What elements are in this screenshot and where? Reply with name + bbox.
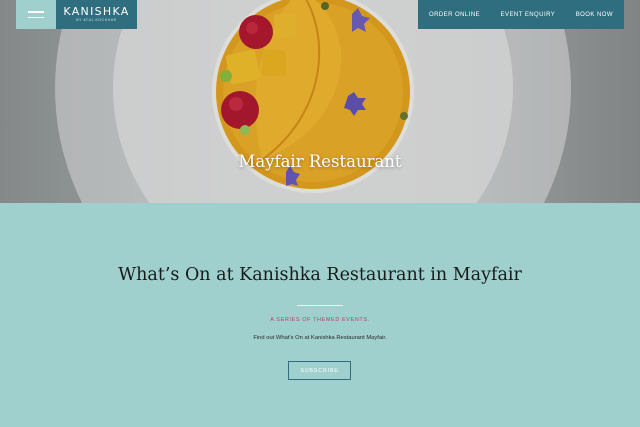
book-now-link[interactable]: BOOK NOW (576, 12, 613, 18)
event-enquiry-link[interactable]: EVENT ENQUIRY (501, 12, 556, 18)
brand-logo[interactable]: KANISHKA BY ATUL KOCHHAR (56, 0, 137, 29)
hamburger-icon-bar (28, 16, 44, 18)
hero-overlay (0, 0, 640, 203)
hamburger-icon (28, 11, 44, 13)
brand-tagline: BY ATUL KOCHHAR (76, 18, 117, 22)
order-online-link[interactable]: ORDER ONLINE (429, 12, 480, 18)
hero-title: Mayfair Restaurant (238, 152, 402, 171)
section-heading: What’s On at Kanishka Restaurant in Mayf… (118, 265, 522, 285)
section-kicker: A SERIES OF THEMED EVENTS. (270, 317, 370, 323)
subscribe-button[interactable]: SUBSCRIBE (288, 361, 351, 380)
section-description: Find out What’s On at Kanishka Restauran… (253, 335, 387, 341)
menu-button[interactable] (16, 0, 56, 29)
hero-banner: Mayfair Restaurant (0, 0, 640, 203)
top-navigation: ORDER ONLINE EVENT ENQUIRY BOOK NOW (418, 0, 624, 29)
brand-name: KANISHKA (63, 5, 130, 18)
heading-divider (297, 305, 343, 306)
whats-on-section: What’s On at Kanishka Restaurant in Mayf… (0, 203, 640, 427)
